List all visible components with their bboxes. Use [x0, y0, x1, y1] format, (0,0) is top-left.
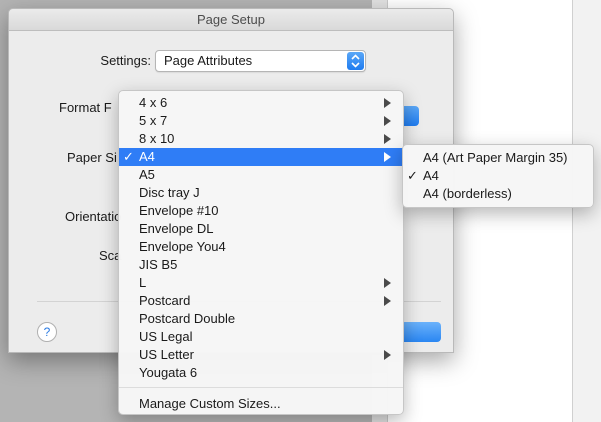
menu-item-l[interactable]: L	[119, 274, 403, 292]
paper-size-label: Paper Si	[67, 150, 117, 165]
submenu-arrow-icon	[384, 116, 391, 126]
menu-item-8x10[interactable]: 8 x 10	[119, 130, 403, 148]
popup-stepper-icon	[347, 52, 364, 70]
submenu-item-a4-art-paper[interactable]: A4 (Art Paper Margin 35)	[403, 149, 593, 167]
submenu-arrow-icon	[384, 350, 391, 360]
submenu-arrow-icon	[384, 134, 391, 144]
help-button[interactable]: ?	[37, 322, 57, 342]
menu-item-4x6[interactable]: 4 x 6	[119, 94, 403, 112]
settings-popup-value: Page Attributes	[164, 53, 253, 68]
ok-button[interactable]	[401, 322, 441, 342]
format-for-label: Format F	[59, 100, 112, 115]
submenu-item-a4[interactable]: ✓ A4	[403, 167, 593, 185]
checkmark-icon: ✓	[123, 149, 134, 164]
menu-item-a4[interactable]: ✓ A4	[119, 148, 403, 166]
menu-item-us-legal[interactable]: US Legal	[119, 328, 403, 346]
menu-item-a5[interactable]: A5	[119, 166, 403, 184]
settings-popup[interactable]: Page Attributes	[155, 50, 366, 72]
menu-separator	[119, 387, 403, 388]
menu-item-disc-tray-j[interactable]: Disc tray J	[119, 184, 403, 202]
submenu-arrow-icon	[384, 152, 391, 162]
menu-item-manage-custom-sizes[interactable]: Manage Custom Sizes...	[119, 395, 403, 413]
menu-item-jis-b5[interactable]: JIS B5	[119, 256, 403, 274]
menu-item-envelope-10[interactable]: Envelope #10	[119, 202, 403, 220]
submenu-arrow-icon	[384, 278, 391, 288]
settings-label: Settings:	[100, 53, 151, 68]
menu-item-yougata-6[interactable]: Yougata 6	[119, 364, 403, 382]
window-title: Page Setup	[9, 9, 453, 31]
menu-item-postcard[interactable]: Postcard	[119, 292, 403, 310]
submenu-arrow-icon	[384, 98, 391, 108]
checkmark-icon: ✓	[407, 168, 418, 183]
menu-item-envelope-you4[interactable]: Envelope You4	[119, 238, 403, 256]
paper-size-menu: 4 x 6 5 x 7 8 x 10 ✓ A4 A5 Disc tray J E…	[118, 90, 404, 415]
menu-item-5x7[interactable]: 5 x 7	[119, 112, 403, 130]
submenu-arrow-icon	[384, 296, 391, 306]
menu-item-us-letter[interactable]: US Letter	[119, 346, 403, 364]
menu-item-envelope-dl[interactable]: Envelope DL	[119, 220, 403, 238]
menu-item-postcard-double[interactable]: Postcard Double	[119, 310, 403, 328]
document-margin	[572, 0, 601, 422]
submenu-item-a4-borderless[interactable]: A4 (borderless)	[403, 185, 593, 203]
a4-submenu: A4 (Art Paper Margin 35) ✓ A4 A4 (border…	[402, 144, 594, 208]
orientation-label: Orientatio	[65, 209, 122, 224]
